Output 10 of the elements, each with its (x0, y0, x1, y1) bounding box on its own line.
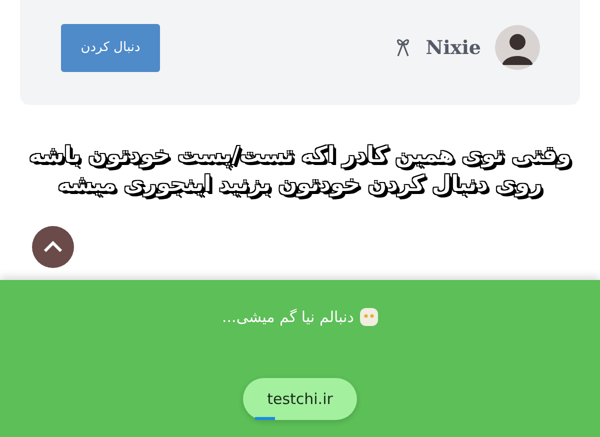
chevron-up-icon (43, 241, 63, 253)
scroll-top-button[interactable] (32, 226, 74, 268)
site-button[interactable]: testchi.ir (243, 378, 357, 420)
avatar-icon[interactable] (495, 25, 540, 70)
follow-button[interactable]: دنبال کردن (61, 24, 160, 72)
face-icon (360, 308, 378, 326)
user-name: Nixie (426, 36, 481, 58)
popup-message: دنبالم نیا گم میشی... (222, 308, 354, 326)
headline-text: وقتی توی همین کادر اکه تست/پست خودتون باشه (29, 143, 571, 168)
headline-text: روی دنبال کردن خودتون بزنید اینجوری میشه (58, 172, 542, 197)
